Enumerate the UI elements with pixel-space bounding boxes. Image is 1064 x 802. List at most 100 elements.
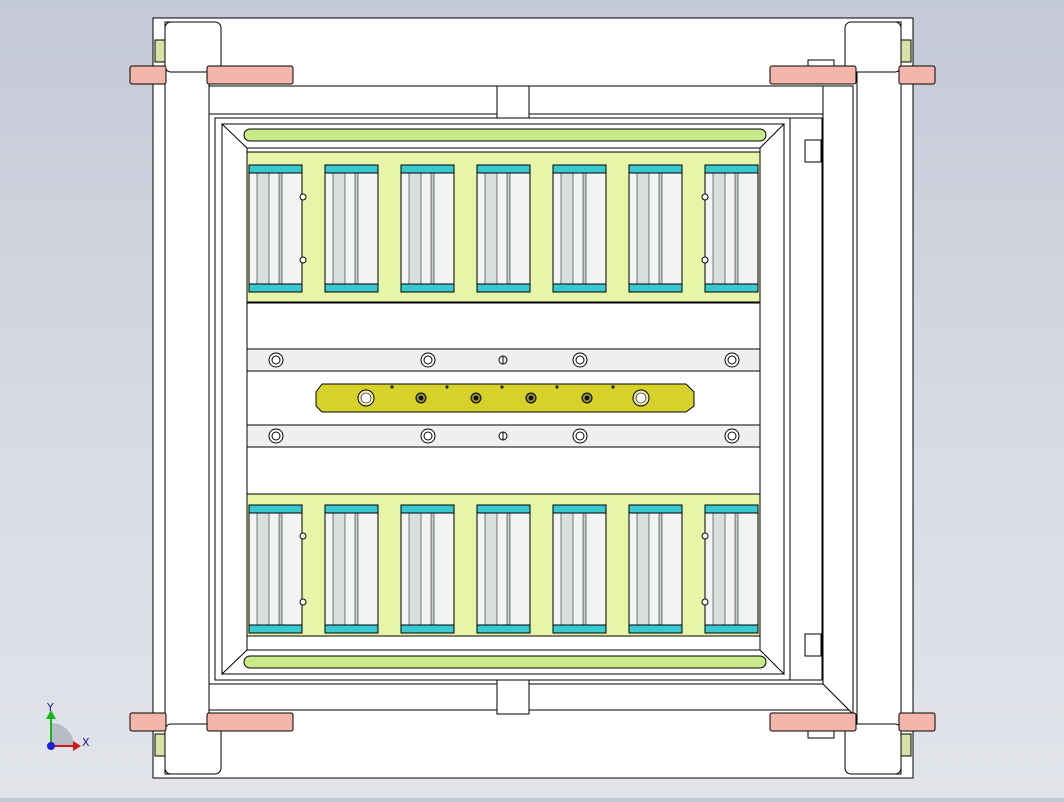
x-axis-label: X — [82, 736, 90, 749]
roller-cap-top — [704, 164, 759, 174]
bottom-crossbar — [208, 683, 854, 711]
roller-shade — [712, 512, 726, 626]
roller-cap-top — [248, 504, 303, 514]
center-plate — [246, 302, 761, 495]
strip-bolt-inner — [423, 355, 433, 365]
roller-cap-bottom — [248, 624, 303, 634]
mounting-tab-5 — [129, 712, 167, 732]
cad-viewport[interactable]: Y X — [0, 0, 1064, 798]
roller-cap-top — [476, 504, 531, 514]
roller-r2-c2 — [324, 504, 379, 634]
roller-split — [658, 172, 663, 285]
top-crossbar — [208, 85, 854, 115]
roller-cap-top — [628, 164, 683, 174]
right-track-notch-top — [804, 139, 822, 163]
roller-cap-bottom — [628, 283, 683, 293]
roller-cap-top — [552, 164, 607, 174]
roller-cap-bottom — [324, 624, 379, 634]
triad-quadrant — [51, 723, 74, 746]
roller-cap-top — [324, 504, 379, 514]
right-top-clip — [900, 39, 912, 63]
roller-pin-2 — [299, 256, 307, 264]
left-top-clip — [154, 39, 166, 63]
right-bottom-clip — [900, 733, 912, 757]
bar-rivet-2 — [445, 385, 449, 389]
roller-split — [734, 172, 739, 285]
bottom-clamp-block — [496, 675, 530, 715]
roller-split — [354, 172, 359, 285]
bar-rivet-1 — [390, 385, 394, 389]
bar-hole-inner-3 — [473, 395, 479, 401]
roller-cap-bottom — [704, 283, 759, 293]
mounting-tab-6 — [206, 712, 294, 732]
roller-cap-top — [400, 164, 455, 174]
right-track-notch-bottom — [804, 633, 822, 657]
top-guide-rail — [243, 128, 767, 142]
roller-r2-c1 — [248, 504, 303, 634]
coordinate-triad-icon: Y X — [46, 701, 90, 751]
roller-split — [506, 512, 511, 626]
roller-shade — [712, 172, 726, 285]
roller-pin-4 — [299, 598, 307, 606]
roller-cap-bottom — [476, 624, 531, 634]
left-post — [164, 21, 210, 775]
roller-split — [506, 172, 511, 285]
right-post-top-cap — [844, 21, 902, 73]
strip-bolt-inner — [271, 355, 281, 365]
roller-r1-c5 — [552, 164, 607, 293]
x-axis-head — [73, 741, 81, 751]
roller-shade — [560, 512, 574, 626]
mounting-tab-3 — [769, 65, 857, 85]
roller-cap-top — [400, 504, 455, 514]
roller-cap-bottom — [324, 283, 379, 293]
roller-r2-c7 — [704, 504, 759, 634]
right-side-track — [789, 117, 823, 681]
roller-cap-bottom — [628, 624, 683, 634]
roller-cap-top — [324, 164, 379, 174]
roller-r1-c7 — [704, 164, 759, 293]
roller-cap-bottom — [476, 283, 531, 293]
bar-hole-inner-5 — [584, 395, 590, 401]
roller-shade — [408, 172, 422, 285]
roller-cap-bottom — [552, 624, 607, 634]
triad-origin — [47, 742, 55, 750]
left-bottom-clip — [154, 733, 166, 757]
roller-r1-c1 — [248, 164, 303, 293]
bar-rivet-3 — [500, 385, 504, 389]
roller-r1-c6 — [628, 164, 683, 293]
strip-bolt-inner — [271, 431, 281, 441]
roller-shade — [332, 512, 346, 626]
roller-shade — [484, 512, 498, 626]
bottom-guide-rail — [243, 655, 767, 669]
strip-bolt-inner — [423, 431, 433, 441]
roller-pin-5 — [701, 193, 709, 201]
roller-shade — [256, 512, 270, 626]
roller-pin-8 — [701, 598, 709, 606]
cad-drawing: Y X — [46, 17, 936, 779]
roller-split — [354, 512, 359, 626]
roller-cap-bottom — [400, 283, 455, 293]
right-bevel — [822, 85, 854, 716]
roller-pin-7 — [701, 532, 709, 540]
roller-r1-c3 — [400, 164, 455, 293]
bar-hole-inner-1 — [360, 392, 372, 404]
roller-split — [582, 172, 587, 285]
mounting-tab-7 — [769, 712, 857, 732]
roller-shade — [256, 172, 270, 285]
mounting-tab-1 — [129, 65, 167, 85]
strip-bolt-inner — [727, 355, 737, 365]
roller-pin-3 — [299, 532, 307, 540]
bar-rivet-5 — [611, 385, 615, 389]
roller-shade — [332, 172, 346, 285]
mounting-tab-4 — [898, 65, 936, 85]
roller-cap-top — [628, 504, 683, 514]
roller-split — [734, 512, 739, 626]
left-post-top-cap — [164, 21, 222, 73]
roller-cap-top — [704, 504, 759, 514]
roller-shade — [484, 172, 498, 285]
roller-shade — [636, 172, 650, 285]
roller-cap-top — [552, 504, 607, 514]
roller-split — [582, 512, 587, 626]
roller-cap-bottom — [552, 283, 607, 293]
roller-cap-top — [476, 164, 531, 174]
